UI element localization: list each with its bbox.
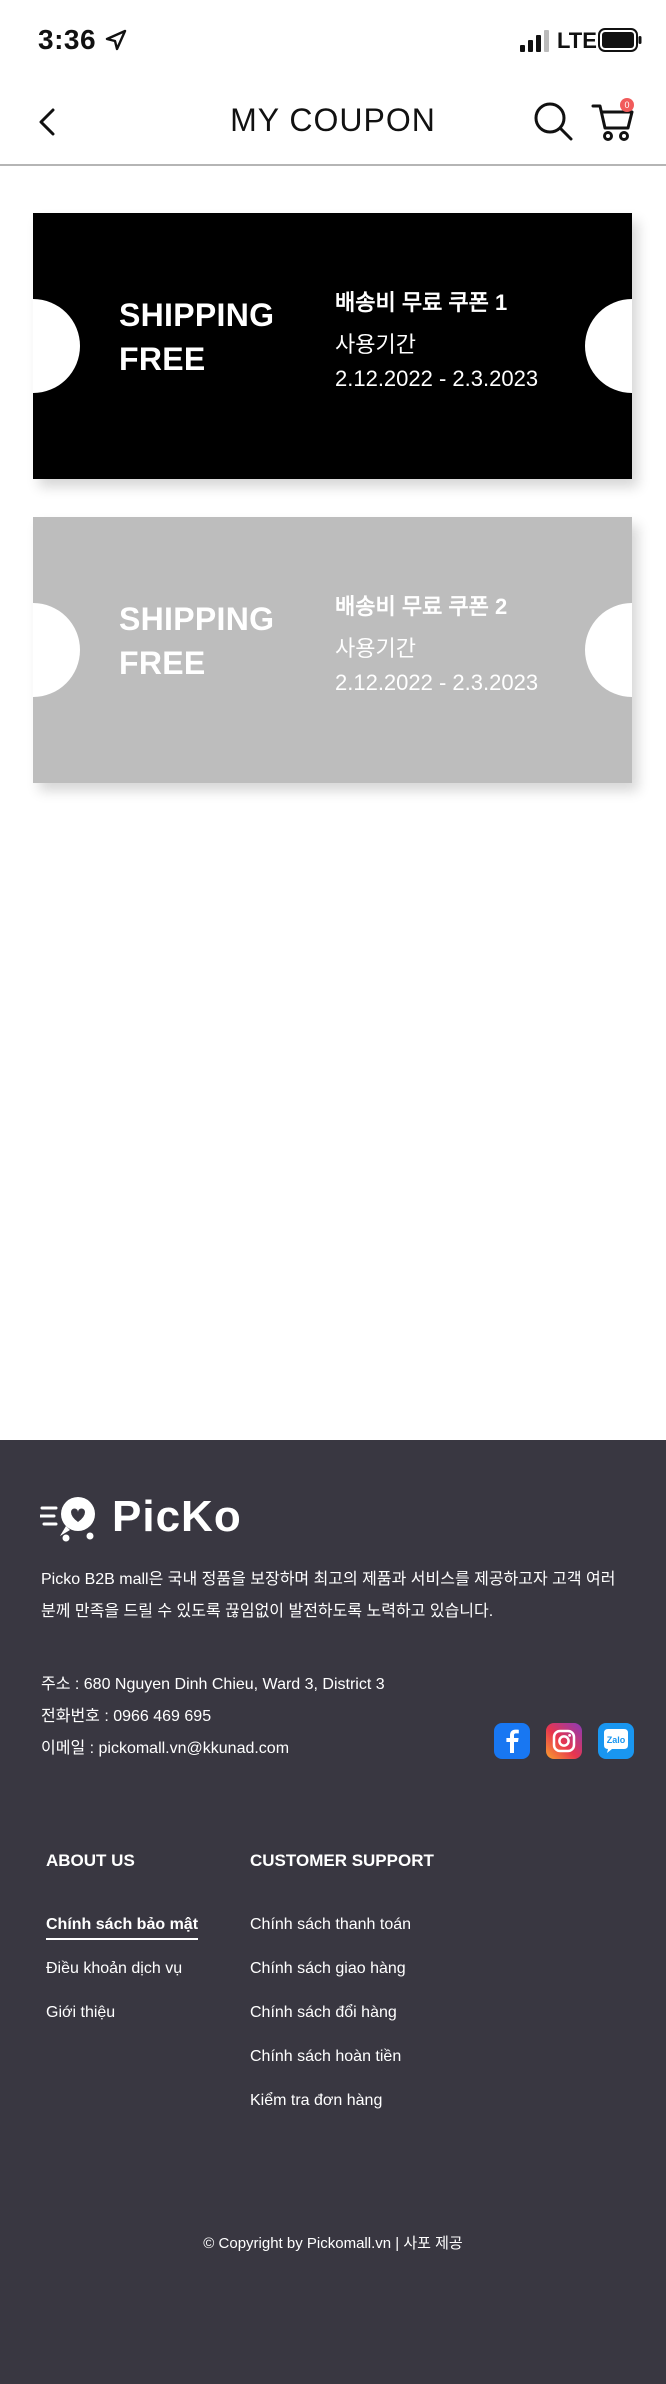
brand-mascot-icon [40,1497,95,1542]
facebook-icon [506,1729,519,1753]
address: 주소 : 680 Nguyen Dinh Chieu, Ward 3, Dist… [41,1676,385,1693]
footer-link-terms[interactable]: Điều khoản dịch vụ [46,1960,182,1978]
network-label: LTE [557,28,597,53]
phone[interactable]: 전화번호 : 0966 469 695 [41,1702,211,1726]
brand-description: Picko B2B mall은 국내 정품을 보장하며 최고의 제품과 서비스를… [41,1571,616,1620]
facebook-link[interactable] [494,1723,530,1759]
cart-button[interactable]: 0 [590,98,636,144]
coupon-name: 배송비 무료 쿠폰 2 [335,594,508,619]
footer-link-delivery[interactable]: Chính sách giao hàng [250,1960,406,1978]
status-time: 3:36 [38,24,97,55]
coupon-type: SHIPPING FREE [119,297,275,377]
coupon-period: 2.12.2022 - 2.3.2023 [335,670,539,695]
footer-link-payment[interactable]: Chính sách thanh toán [250,1916,411,1934]
signal-icon [520,30,549,52]
zalo-link[interactable]: Zalo [598,1723,634,1759]
status-bar: 3:36 LTE [0,0,666,80]
footer: PicKo Picko B2B mall은 국내 정품을 보장하며 최고의 제품… [0,1440,666,2384]
coupon-type: SHIPPING FREE [119,601,275,681]
support-heading: CUSTOMER SUPPORT [250,1851,434,1870]
coupon-notch [33,603,80,697]
coupon-card[interactable]: SHIPPING FREE 배송비 무료 쿠폰 2 사용기간 2.12.2022… [33,517,632,783]
zalo-label: Zalo [607,1735,626,1745]
zalo-icon: Zalo [604,1729,628,1753]
search-icon[interactable] [532,100,574,142]
footer-link-exchange[interactable]: Chính sách đổi hàng [250,2004,397,2022]
email[interactable]: 이메일 : pickomall.vn@kkunad.com [41,1734,289,1758]
cart-count-badge: 0 [620,98,634,112]
app-header: MY COUPON 0 [0,80,666,166]
footer-link-refund[interactable]: Chính sách hoàn tiền [250,2048,401,2066]
battery-icon [598,28,642,52]
brand-name: PicKo [112,1492,242,1541]
coupon-period-label: 사용기간 [335,636,416,661]
footer-link-order-check[interactable]: Kiểm tra đơn hàng [250,2092,382,2110]
location-arrow-icon [105,29,127,51]
coupon-name: 배송비 무료 쿠폰 1 [335,290,508,315]
coupon-notch [585,299,632,393]
coupon-notch [585,603,632,697]
coupon-notch [33,299,80,393]
instagram-icon [552,1729,576,1753]
footer-link-privacy[interactable]: Chính sách bảo mật [46,1916,199,1940]
copyright: © Copyright by Pickomall.vn | 사포 제공 [203,2235,463,2252]
coupon-period-label: 사용기간 [335,332,416,357]
instagram-link[interactable] [546,1723,582,1759]
coupon-period: 2.12.2022 - 2.3.2023 [335,366,539,391]
about-heading: ABOUT US [46,1851,135,1870]
coupon-card[interactable]: SHIPPING FREE 배송비 무료 쿠폰 1 사용기간 2.12.2022… [33,213,632,479]
footer-link-about[interactable]: Giới thiệu [46,2004,115,2022]
